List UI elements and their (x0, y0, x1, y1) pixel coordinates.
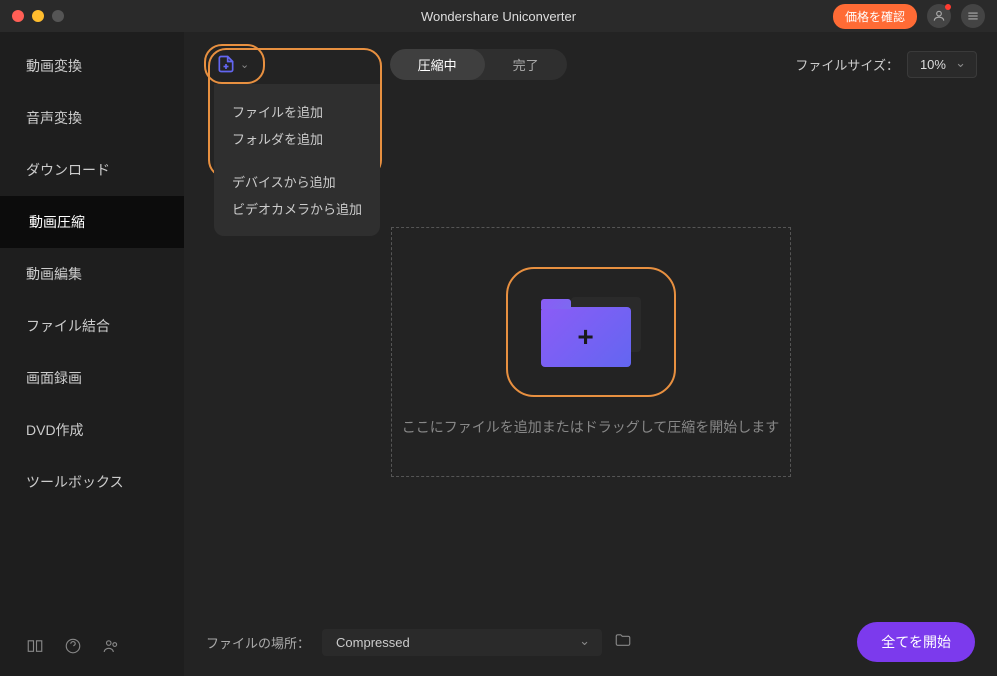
sidebar-item-file-merge[interactable]: ファイル結合 (0, 300, 184, 352)
location-select[interactable]: Compressed (322, 629, 602, 656)
dropzone-text: ここにファイルを追加またはドラッグして圧縮を開始します (402, 417, 780, 437)
book-icon[interactable] (26, 637, 44, 660)
sidebar-item-dvd-create[interactable]: DVD作成 (0, 404, 184, 456)
filesize-label: ファイルサイズ： (795, 55, 899, 74)
dropdown-item-add-file[interactable]: ファイルを追加 (232, 98, 362, 125)
location-label: ファイルの場所： (206, 633, 310, 652)
price-check-button[interactable]: 価格を確認 (833, 4, 917, 29)
notification-dot-icon (945, 4, 951, 10)
window-controls (12, 10, 64, 22)
filesize-select[interactable]: 10% (907, 51, 977, 78)
status-tabs: 圧縮中 完了 (390, 49, 567, 80)
filesize-value: 10% (920, 57, 946, 72)
close-window-icon[interactable] (12, 10, 24, 22)
open-folder-icon[interactable] (614, 631, 632, 654)
sidebar: 動画変換 音声変換 ダウンロード 動画圧縮 動画編集 ファイル結合 画面録画 D… (0, 32, 184, 676)
sidebar-item-screen-record[interactable]: 画面録画 (0, 352, 184, 404)
sidebar-item-audio-convert[interactable]: 音声変換 (0, 92, 184, 144)
start-all-button[interactable]: 全てを開始 (857, 622, 975, 662)
sidebar-item-toolbox[interactable]: ツールボックス (0, 456, 184, 508)
tab-done[interactable]: 完了 (485, 49, 567, 80)
maximize-window-icon[interactable] (52, 10, 64, 22)
minimize-window-icon[interactable] (32, 10, 44, 22)
titlebar: Wondershare Uniconverter 価格を確認 (0, 0, 997, 32)
dropdown-item-add-device[interactable]: デバイスから追加 (232, 168, 362, 195)
tab-compressing[interactable]: 圧縮中 (390, 49, 485, 80)
dropzone[interactable]: + ここにファイルを追加またはドラッグして圧縮を開始します (391, 227, 791, 477)
main-panel: ⌄ ファイルを追加 フォルダを追加 デバイスから追加 ビデオカメラから追加 (184, 32, 997, 676)
sidebar-item-download[interactable]: ダウンロード (0, 144, 184, 196)
sidebar-item-video-compress[interactable]: 動画圧縮 (0, 196, 184, 248)
dropdown-item-add-folder[interactable]: フォルダを追加 (232, 125, 362, 152)
add-dropdown: ファイルを追加 フォルダを追加 デバイスから追加 ビデオカメラから追加 (214, 84, 380, 236)
sidebar-item-video-edit[interactable]: 動画編集 (0, 248, 184, 300)
chevron-down-icon: ⌄ (240, 58, 249, 71)
sidebar-item-video-convert[interactable]: 動画変換 (0, 40, 184, 92)
add-file-icon (216, 54, 236, 74)
plus-icon: + (577, 321, 593, 353)
app-title: Wondershare Uniconverter (421, 9, 576, 24)
account-icon[interactable] (927, 4, 951, 28)
folder-highlight: + (506, 267, 676, 397)
help-icon[interactable] (64, 637, 82, 660)
add-file-button[interactable]: ⌄ (216, 54, 249, 74)
location-value: Compressed (336, 635, 410, 650)
dropdown-item-add-camera[interactable]: ビデオカメラから追加 (232, 195, 362, 222)
add-folder-icon[interactable]: + (541, 297, 641, 367)
community-icon[interactable] (102, 637, 120, 660)
menu-icon[interactable] (961, 4, 985, 28)
